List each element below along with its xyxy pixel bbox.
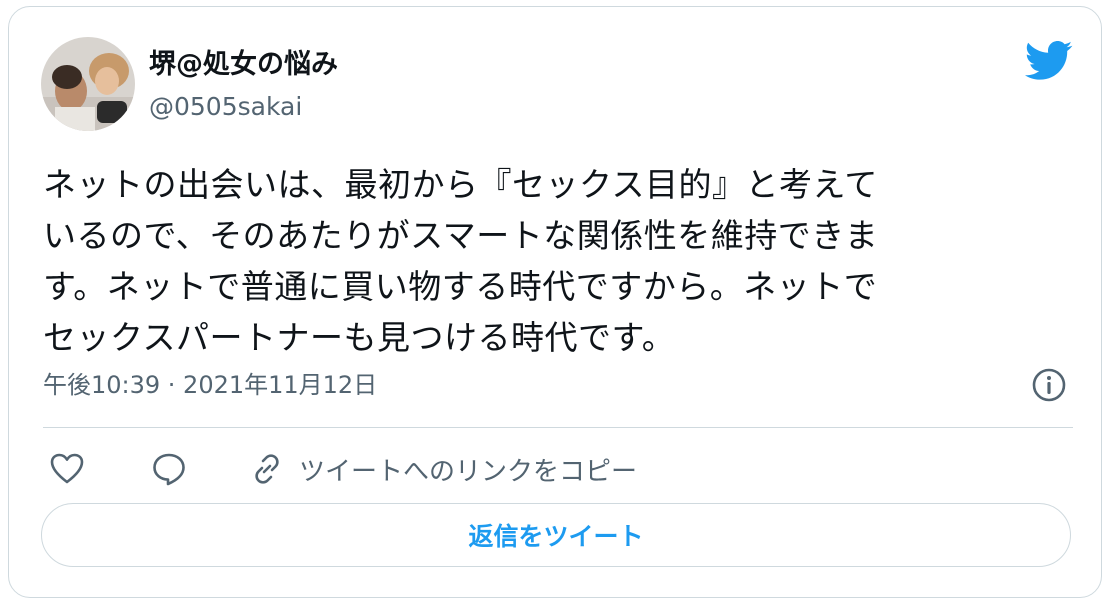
link-icon [249,451,285,487]
user-handle[interactable]: @0505sakai [149,91,302,123]
tweet-timestamp[interactable]: 午後10:39 · 2021年11月12日 [43,369,377,401]
copy-link-label: ツイートへのリンクをコピー [299,456,638,487]
tweet-text-line: いるので、そのあたりがスマートな関係性を維持できま [43,216,879,255]
tweet-card: 堺@処女の悩み @0505sakai ネットの出会いは、最初から『セックス目的』… [8,6,1102,598]
tweet-text-line: セックスパートナーも見つける時代です。 [43,318,676,357]
info-icon[interactable] [1031,367,1067,403]
heart-icon[interactable] [49,451,85,487]
display-name[interactable]: 堺@処女の悩み [149,48,338,82]
reply-tweet-button[interactable]: 返信をツイート [41,503,1071,567]
tweet-text-line: ネットの出会いは、最初から『セックス目的』と考えて [43,165,878,204]
avatar[interactable] [41,37,135,131]
avatar-photo [41,37,135,131]
tweet-text: ネットの出会いは、最初から『セックス目的』と考えて いるので、そのあたりがスマー… [43,159,1043,363]
tweet-text-line: す。ネットで普通に買い物する時代ですから。ネットで [43,267,878,306]
speech-bubble-icon[interactable] [151,451,187,487]
copy-link-button[interactable]: ツイートへのリンクをコピー [249,449,637,489]
divider [43,427,1073,428]
twitter-bird-icon[interactable] [1025,41,1073,81]
